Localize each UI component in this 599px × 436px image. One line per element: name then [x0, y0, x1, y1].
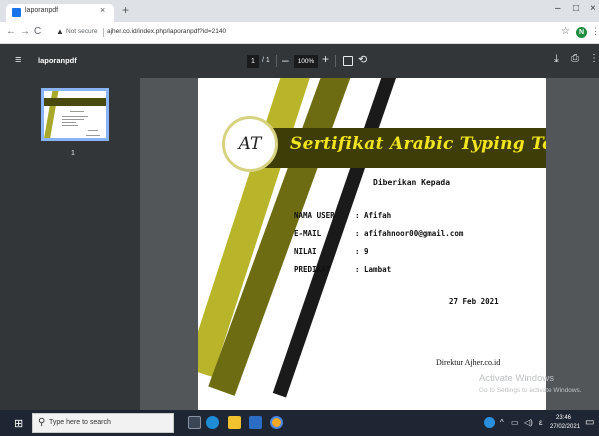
tab-close-icon[interactable]: × — [100, 5, 105, 15]
taskbar-time[interactable]: 23:46 — [556, 415, 571, 421]
reload-button[interactable]: C — [34, 26, 41, 37]
rotate-icon[interactable]: ⟲ — [358, 53, 367, 66]
browser-tab-strip: laporanpdf × + – □ × — [0, 0, 599, 22]
thumbnail-line — [70, 111, 84, 112]
thumbnail-line — [86, 135, 100, 136]
page-thumbnail[interactable] — [41, 88, 109, 141]
toolbar-divider — [335, 55, 336, 67]
field-value-predicate: : Lambat — [355, 265, 392, 274]
thumbnail-title-band — [44, 98, 106, 106]
bookmark-star-icon[interactable]: ☆ — [561, 26, 570, 37]
more-actions-icon[interactable]: ⋮ — [589, 53, 599, 64]
not-secure-label[interactable]: Not secure — [66, 28, 97, 35]
profile-avatar[interactable]: N — [576, 27, 587, 38]
tray-expand-icon[interactable]: ^ — [500, 418, 504, 427]
document-title: laporanpdf — [38, 56, 77, 65]
signature-line: Direktur Ajher.co.id — [436, 358, 501, 367]
new-tab-button[interactable]: + — [122, 3, 129, 17]
task-view-icon[interactable] — [188, 416, 201, 429]
user-tray-icon[interactable] — [484, 417, 495, 428]
field-label-predicate: PREDIKAT — [294, 265, 331, 274]
zoom-in-button[interactable]: + — [322, 52, 329, 66]
print-icon[interactable]: ⎙ — [571, 53, 579, 64]
activation-watermark-title: Activate Windows — [479, 373, 554, 384]
field-value-name: : Afifah — [355, 211, 392, 220]
address-divider — [103, 28, 104, 37]
field-label-name: NAMA USER — [294, 211, 335, 220]
thumbnail-decoration — [44, 91, 60, 138]
store-icon[interactable] — [249, 416, 262, 429]
taskbar-date[interactable]: 27/02/2021 — [550, 424, 580, 430]
address-toolbar: ← → C ▲ Not secure ajher.co.id/index.php… — [0, 22, 599, 44]
thumbnail-line — [88, 130, 98, 131]
close-window-button[interactable]: × — [590, 3, 596, 14]
pdf-toolbar: ≡ laporanpdf 1 / 1 – 100% + ⟲ ⤓ ⎙ ⋮ — [0, 44, 599, 78]
browser-tab[interactable]: laporanpdf × — [6, 4, 114, 22]
network-icon[interactable]: ▭ — [511, 418, 519, 427]
forward-button[interactable]: → — [20, 26, 30, 37]
thumbnail-line — [62, 122, 76, 123]
edge-browser-icon[interactable] — [206, 416, 219, 429]
windows-taskbar: ⊞ ⚲ Type here to search ^ ▭ ◁) ε 23:46 2… — [0, 410, 599, 436]
thumbnail-line — [62, 116, 88, 117]
zoom-out-button[interactable]: – — [282, 53, 289, 67]
certificate-seal: AT — [222, 116, 278, 172]
warning-icon[interactable]: ▲ — [56, 27, 64, 36]
field-value-email: : afifahnoor00@gmail.com — [355, 229, 464, 238]
fit-page-icon[interactable] — [343, 56, 353, 66]
language-icon[interactable]: ε — [539, 418, 543, 427]
address-bar[interactable]: ajher.co.id/index.php/laporanpdf?id=2140 — [107, 28, 226, 35]
field-label-score: NILAI — [294, 247, 317, 256]
thumbnail-page-number: 1 — [71, 150, 75, 157]
zoom-level-input[interactable]: 100% — [294, 55, 318, 68]
certificate-page: AT Sertifikat Arabic Typing Test Diberik… — [198, 78, 546, 410]
sidebar-menu-icon[interactable]: ≡ — [15, 54, 21, 66]
browser-menu-icon[interactable]: ⋮ — [591, 26, 599, 37]
certificate-subtitle: Diberikan Kepada — [373, 178, 451, 187]
page-total: / 1 — [262, 57, 270, 64]
certificate-date: 27 Feb 2021 — [449, 297, 499, 306]
field-label-email: E-MAIL — [294, 229, 322, 238]
activation-watermark-hint: Go to Settings to activate Windows. — [479, 387, 582, 394]
download-icon[interactable]: ⤓ — [554, 53, 559, 66]
start-button[interactable]: ⊞ — [14, 417, 23, 430]
seal-monogram: AT — [238, 134, 262, 154]
chrome-icon[interactable] — [270, 416, 283, 429]
thumbnail-sidebar: 1 — [0, 78, 140, 410]
thumbnail-line — [62, 119, 84, 120]
search-icon: ⚲ — [38, 417, 46, 428]
page-number-input[interactable]: 1 — [247, 55, 259, 68]
minimize-button[interactable]: – — [555, 3, 561, 14]
file-explorer-icon[interactable] — [228, 416, 241, 429]
tab-title: laporanpdf — [25, 7, 59, 14]
notification-icon[interactable]: ▭ — [585, 417, 594, 428]
favicon-icon — [12, 8, 21, 17]
thumbnail-line — [62, 125, 78, 126]
volume-icon[interactable]: ◁) — [524, 418, 533, 427]
restore-button[interactable]: □ — [573, 3, 579, 14]
certificate-title: Sertifikat Arabic Typing Test — [290, 134, 546, 154]
taskbar-search[interactable]: ⚲ Type here to search — [32, 413, 174, 433]
back-button[interactable]: ← — [6, 26, 16, 37]
toolbar-divider — [276, 55, 277, 67]
search-placeholder: Type here to search — [49, 419, 111, 426]
field-value-score: : 9 — [355, 247, 369, 256]
